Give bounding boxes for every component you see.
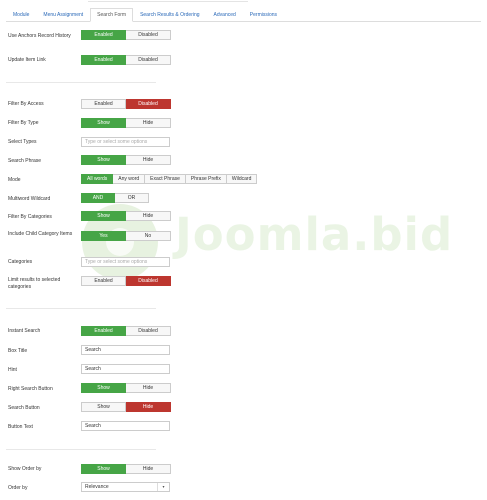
limit-results-disabled[interactable]: Disabled [126,276,171,286]
filter-categories-show[interactable]: Show [81,211,126,221]
multiword-or[interactable]: OR [115,193,149,203]
search-phrase-hide[interactable]: Hide [126,155,171,165]
right-search-button-hide[interactable]: Hide [126,383,171,393]
toggle-filter-type: Show Hide [81,118,171,128]
tab-permissions[interactable]: Permissions [243,8,284,22]
label-filter-type: Filter By Type [8,120,39,126]
label-order-by: Order by [8,485,28,491]
watermark-text: Joomla.bid [175,208,454,261]
label-search-button: Search Button [8,405,40,411]
toggle-mode: All words Any word Exact Phrase Phrase P… [81,174,258,184]
instant-search-enabled[interactable]: Enabled [81,326,126,336]
label-show-order-by: Show Order by [8,466,42,472]
toggle-limit-results: Enabled Disabled [81,276,171,286]
select-types-input[interactable]: Type or select some options [81,137,170,147]
categories-input[interactable]: Type or select some options [81,257,170,267]
anchors-history-enabled[interactable]: Enabled [81,30,126,40]
label-instant-search: Instant Search [8,328,41,334]
search-phrase-show[interactable]: Show [81,155,126,165]
toggle-filter-categories: Show Hide [81,211,171,221]
anchors-history-disabled[interactable]: Disabled [126,30,171,40]
toggle-child-categories: Yes No [81,231,171,241]
label-filter-categories: Filter By Categories [8,214,52,220]
label-search-phrase: Search Phrase [8,158,42,164]
filter-type-show[interactable]: Show [81,118,126,128]
section-divider [6,449,156,450]
filter-type-hide[interactable]: Hide [126,118,171,128]
label-child-categories: Include Child Category Items [8,231,73,237]
tab-advanced[interactable]: Advanced [207,8,243,22]
search-button-hide[interactable]: Hide [126,402,171,412]
label-right-search-button: Right Search Button [8,386,53,392]
watermark: Joomla.bid [65,190,485,310]
multiword-and[interactable]: AND [81,193,115,203]
limit-results-enabled[interactable]: Enabled [81,276,126,286]
order-by-value: Relevance [85,484,109,490]
show-order-by-hide[interactable]: Hide [126,464,171,474]
filter-access-enabled[interactable]: Enabled [81,99,126,109]
right-search-button-show[interactable]: Show [81,383,126,393]
chevron-down-icon[interactable]: ▾ [157,483,169,491]
tab-search-form[interactable]: Search Form [90,8,134,22]
order-by-select[interactable]: Relevance ▾ [81,482,170,492]
toggle-search-button: Show Hide [81,402,171,412]
tab-bar: Module Menu Assignment Search Form Searc… [6,8,481,22]
update-item-link-enabled[interactable]: Enabled [81,55,126,65]
filter-access-disabled[interactable]: Disabled [126,99,171,109]
toggle-instant-search: Enabled Disabled [81,326,171,336]
mode-all-words[interactable]: All words [81,174,114,184]
label-update-item-link: Update Item Link [8,57,46,63]
toggle-right-search-button: Show Hide [81,383,171,393]
child-categories-no[interactable]: No [126,231,171,241]
toggle-update-item-link: Enabled Disabled [81,55,171,65]
filter-categories-hide[interactable]: Hide [126,211,171,221]
label-anchors-history: Use Anchors Record History [8,33,71,39]
top-border [88,0,248,2]
show-order-by-show[interactable]: Show [81,464,126,474]
label-button-text: Button Text [8,424,33,430]
label-limit-results: Limit results to selected categories [8,277,61,290]
label-hint: Hint [8,367,17,373]
tab-menu-assignment[interactable]: Menu Assignment [36,8,90,22]
update-item-link-disabled[interactable]: Disabled [126,55,171,65]
search-button-show[interactable]: Show [81,402,126,412]
mode-exact-phrase[interactable]: Exact Phrase [145,174,186,184]
tab-module[interactable]: Module [6,8,36,22]
label-categories: Categories [8,259,33,265]
toggle-anchors-history: Enabled Disabled [81,30,171,40]
instant-search-disabled[interactable]: Disabled [126,326,171,336]
mode-any-word[interactable]: Any word [113,174,146,184]
toggle-multiword-wildcard: AND OR [81,193,149,203]
section-divider [6,308,156,309]
toggle-filter-access: Enabled Disabled [81,99,171,109]
box-title-input[interactable]: Search [81,345,170,355]
label-filter-access: Filter By Access [8,101,44,107]
label-select-types: Select Types [8,139,37,145]
toggle-search-phrase: Show Hide [81,155,171,165]
label-mode: Mode [8,177,21,183]
button-text-input[interactable]: Search [81,421,170,431]
section-divider [6,82,156,83]
label-box-title: Box Title [8,348,28,354]
toggle-show-order-by: Show Hide [81,464,171,474]
mode-phrase-prefix[interactable]: Phrase Prefix [185,174,227,184]
child-categories-yes[interactable]: Yes [81,231,126,241]
label-multiword-wildcard: Multiword Wildcard [8,196,51,202]
hint-input[interactable]: Search [81,364,170,374]
tab-search-results-ordering[interactable]: Search Results & Ordering [133,8,206,22]
mode-wildcard[interactable]: Wildcard [226,174,258,184]
